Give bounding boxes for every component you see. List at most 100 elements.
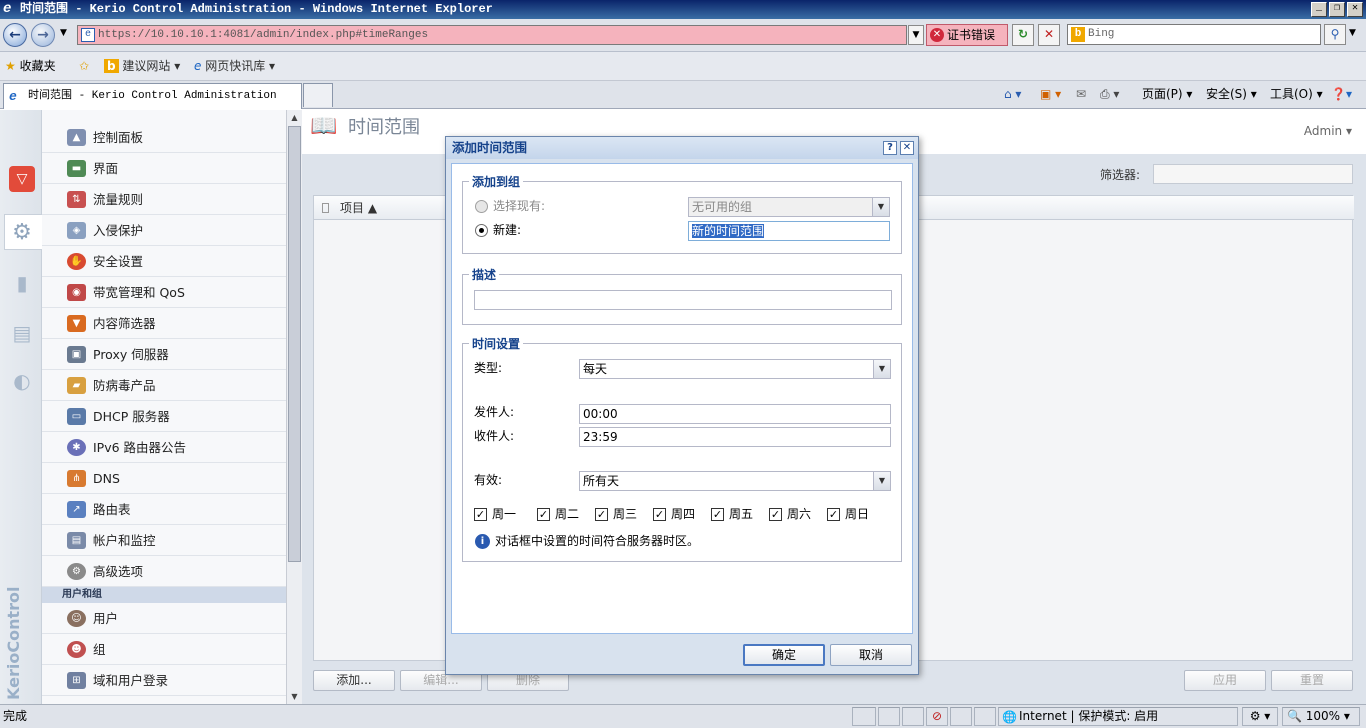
menu-item-traffic-rules[interactable]: ⇅ 流量规则 — [42, 184, 286, 215]
tuesday-label: 周二 — [555, 507, 580, 521]
description-input[interactable] — [474, 290, 892, 310]
status-icon[interactable]: ◐ — [9, 368, 35, 394]
menu-item-intrusion[interactable]: ◈ 入侵保护 — [42, 215, 286, 246]
dialog-help-icon[interactable]: ? — [883, 141, 897, 155]
accounting-icon: ▤ — [67, 532, 86, 549]
stop-icon[interactable]: ✕ — [1038, 24, 1060, 46]
domain-icon: ⊞ — [67, 672, 86, 689]
shield-icon[interactable]: ▽ — [9, 166, 35, 192]
search-input[interactable]: b Bing — [1067, 24, 1321, 45]
select-existing-radio[interactable] — [475, 200, 488, 213]
web-slice-gallery-link[interactable]: e 网页快讯库 ▾ — [194, 58, 275, 74]
tab-current[interactable]: e 时间范围 - Kerio Control Administration — [3, 83, 302, 109]
column-chooser-icon[interactable] — [322, 203, 329, 213]
section-rail: ▽ ⚙ ▮ ▤ ◐ KerioControl — [0, 110, 42, 704]
add-button[interactable]: 添加... — [313, 670, 395, 691]
mail-icon[interactable]: ✉ — [1076, 86, 1086, 102]
menu-scrollbar[interactable]: ▲ ▼ — [286, 110, 302, 704]
forward-button[interactable]: → — [31, 23, 55, 47]
dialog-close-icon[interactable]: ✕ — [900, 141, 914, 155]
menu-item-bandwidth[interactable]: ◉ 带宽管理和 QoS — [42, 277, 286, 308]
existing-group-select[interactable]: 无可用的组 ▼ — [688, 197, 890, 217]
tools-menu[interactable]: 工具(O) ▾ — [1270, 86, 1323, 102]
column-item[interactable]: 项目 ▲ — [340, 201, 377, 215]
menu-item-dns[interactable]: ⋔ DNS — [42, 463, 286, 494]
address-bar[interactable]: e https://10.10.10.1:4081/admin/index.ph… — [77, 25, 907, 45]
scrollbar-thumb[interactable] — [288, 126, 301, 562]
add-favorite-icon[interactable]: ✩ — [79, 58, 89, 74]
advanced-gear-icon: ⚙ — [67, 563, 86, 580]
history-dropdown-icon[interactable]: ▼ — [60, 28, 67, 38]
menu-item-proxy[interactable]: ▣ Proxy 伺服器 — [42, 339, 286, 370]
search-options-icon[interactable]: ▼ — [1349, 28, 1356, 38]
saturday-checkbox[interactable]: ✓ — [769, 508, 782, 521]
address-dropdown-icon[interactable]: ▼ — [908, 25, 924, 45]
group-icon: ☻ — [67, 641, 86, 658]
menu-item-advanced[interactable]: ⚙ 高级选项 — [42, 556, 286, 587]
certificate-error-button[interactable]: ✕ 证书错误 — [926, 24, 1008, 46]
monday-checkbox[interactable]: ✓ — [474, 508, 487, 521]
logs-icon[interactable]: ▤ — [9, 320, 35, 346]
reset-button[interactable]: 重置 — [1271, 670, 1353, 691]
to-time-input[interactable]: 23:59 — [579, 427, 891, 447]
zoom-control[interactable]: 🔍 100% ▾ — [1282, 707, 1360, 726]
favorites-button[interactable]: ★ 收藏夹 — [5, 58, 56, 74]
page-menu[interactable]: 页面(P) ▾ — [1142, 86, 1192, 102]
ok-button[interactable]: 确定 — [743, 644, 825, 666]
sunday-checkbox[interactable]: ✓ — [827, 508, 840, 521]
home-icon[interactable]: ⌂ ▾ — [1004, 86, 1021, 102]
group-legend: 添加到组 — [472, 175, 521, 189]
friday-checkbox[interactable]: ✓ — [711, 508, 724, 521]
filter-input[interactable] — [1153, 164, 1353, 184]
menu-item-antivirus[interactable]: ▰ 防病毒产品 — [42, 370, 286, 401]
security-zone[interactable]: 🌐 Internet | 保护模式: 启用 — [998, 707, 1238, 726]
safety-menu[interactable]: 安全(S) ▾ — [1206, 86, 1257, 102]
new-tab-button[interactable] — [303, 83, 333, 107]
bing-logo-icon: b — [1071, 27, 1085, 42]
new-group-input[interactable]: 新的时间范围 — [688, 221, 890, 241]
menu-item-content-filter[interactable]: ▼ 内容筛选器 — [42, 308, 286, 339]
gear-icon[interactable]: ⚙ — [9, 220, 35, 246]
apply-button[interactable]: 应用 — [1184, 670, 1266, 691]
from-time-input[interactable]: 00:00 — [579, 404, 891, 424]
close-window-button[interactable]: ✕ — [1347, 2, 1363, 17]
menu-item-dhcp[interactable]: ▭ DHCP 服务器 — [42, 401, 286, 432]
thursday-checkbox[interactable]: ✓ — [653, 508, 666, 521]
chevron-down-icon: ▼ — [873, 360, 890, 378]
help-icon[interactable]: ❓▾ — [1331, 86, 1352, 102]
tuesday-checkbox[interactable]: ✓ — [537, 508, 550, 521]
new-group-radio[interactable] — [475, 224, 488, 237]
refresh-icon[interactable]: ↻ — [1012, 24, 1034, 46]
menu-item-dashboard[interactable]: ▲ 控制面板 — [42, 122, 286, 153]
scroll-down-icon[interactable]: ▼ — [287, 689, 302, 704]
suggested-sites-link[interactable]: b 建议网站 ▾ — [104, 58, 180, 74]
restore-button[interactable]: ❐ — [1329, 2, 1345, 17]
menu-item-security[interactable]: ✋ 安全设置 — [42, 246, 286, 277]
protected-mode-icon[interactable]: ⚙ ▾ — [1242, 707, 1278, 726]
time-book-icon: 📖 — [310, 114, 338, 139]
menu-item-interfaces[interactable]: ▬ 界面 — [42, 153, 286, 184]
search-icon[interactable]: ⚲ — [1324, 24, 1346, 45]
menu-item-domains[interactable]: ⊞ 域和用户登录 — [42, 665, 286, 696]
scroll-up-icon[interactable]: ▲ — [287, 110, 302, 125]
back-button[interactable]: ← — [3, 23, 27, 47]
type-select[interactable]: 每天 ▼ — [579, 359, 891, 379]
user-menu[interactable]: Admin ▾ — [1304, 124, 1352, 138]
minimize-button[interactable]: _ — [1311, 2, 1327, 17]
menu-item-users[interactable]: ☺ 用户 — [42, 603, 286, 634]
routing-icon: ↗ — [67, 501, 86, 518]
menu-item-routing[interactable]: ↗ 路由表 — [42, 494, 286, 525]
wednesday-checkbox[interactable]: ✓ — [595, 508, 608, 521]
menu-item-ipv6[interactable]: ✱ IPv6 路由器公告 — [42, 432, 286, 463]
feeds-icon[interactable]: ▣ ▾ — [1040, 86, 1061, 102]
stats-icon[interactable]: ▮ — [9, 270, 35, 296]
timezone-note: 对话框中设置的时间符合服务器时区。 — [495, 534, 700, 548]
valid-days-select[interactable]: 所有天 ▼ — [579, 471, 891, 491]
popup-blocked-icon[interactable]: ⊘ — [926, 707, 948, 726]
cancel-button[interactable]: 取消 — [830, 644, 912, 666]
search-placeholder: Bing — [1088, 28, 1115, 40]
print-icon[interactable]: ⎙ ▾ — [1100, 86, 1119, 102]
tab-bar: e 时间范围 - Kerio Control Administration ⌂ … — [0, 81, 1366, 109]
menu-item-groups[interactable]: ☻ 组 — [42, 634, 286, 665]
menu-item-accounting[interactable]: ▤ 帐户和监控 — [42, 525, 286, 556]
